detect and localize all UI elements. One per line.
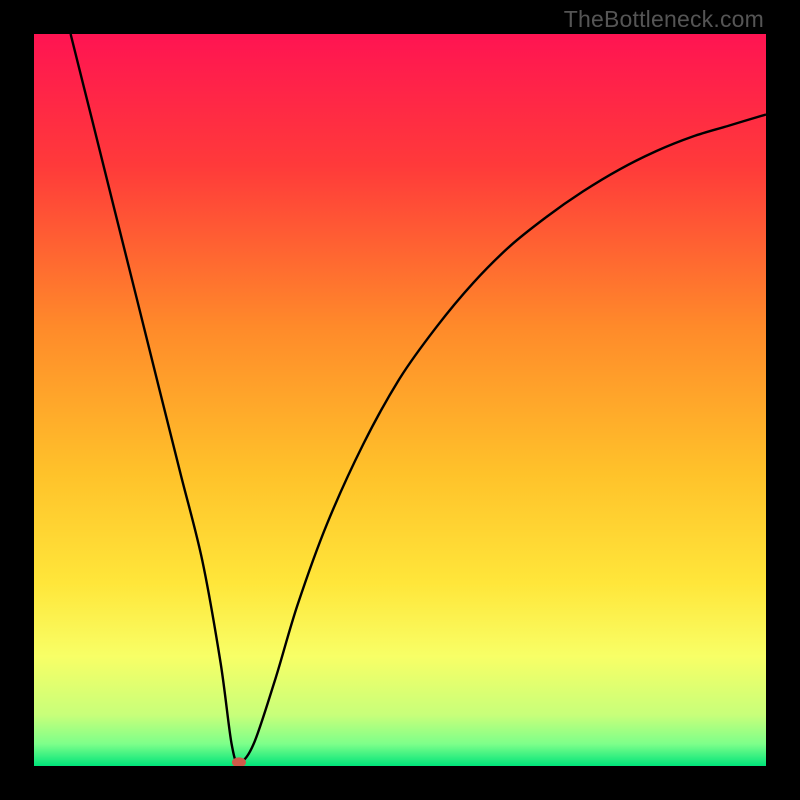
brand-watermark: TheBottleneck.com [564, 6, 764, 33]
bottleneck-chart [34, 34, 766, 766]
chart-background [34, 34, 766, 766]
chart-frame [34, 34, 766, 766]
